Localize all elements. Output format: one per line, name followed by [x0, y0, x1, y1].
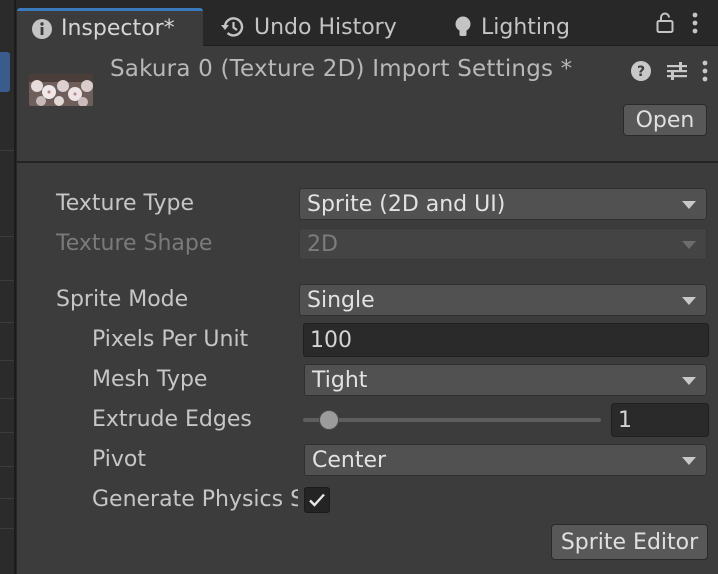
info-icon: [31, 18, 53, 40]
tab-bar: Inspector* Undo History Lighting: [17, 0, 718, 46]
texture-shape-value: 2D: [307, 231, 338, 257]
history-icon: [220, 15, 246, 39]
mesh-type-label: Mesh Type: [92, 367, 208, 392]
sprite-mode-value: Single: [307, 287, 375, 313]
mesh-type-value: Tight: [312, 367, 368, 393]
help-icon[interactable]: ?: [630, 60, 652, 88]
texture-type-label: Texture Type: [56, 191, 195, 216]
texture-shape-dropdown: 2D: [299, 228, 707, 260]
sprite-editor-button[interactable]: Sprite Editor: [551, 524, 708, 560]
tab-inspector[interactable]: Inspector*: [17, 8, 203, 46]
pivot-value: Center: [312, 447, 387, 473]
tab-menu-icon[interactable]: [692, 12, 698, 40]
header-menu-icon[interactable]: [702, 60, 708, 88]
sprite-mode-label: Sprite Mode: [56, 287, 189, 312]
lock-icon[interactable]: [656, 12, 674, 40]
presets-icon[interactable]: [666, 60, 688, 88]
lightbulb-icon: [453, 15, 473, 39]
chevron-down-icon: [682, 297, 696, 305]
pivot-dropdown[interactable]: Center: [304, 444, 707, 476]
tab-undo-history-label: Undo History: [254, 14, 397, 40]
chevron-down-icon: [682, 201, 696, 209]
checkmark-icon: [309, 493, 325, 507]
texture-type-dropdown[interactable]: Sprite (2D and UI): [299, 188, 707, 220]
open-button[interactable]: Open: [623, 104, 707, 136]
generate-physics-shape-label: Generate Physics Shape: [92, 487, 298, 512]
scene-view-edge: [0, 0, 16, 574]
extrude-edges-field[interactable]: 1: [611, 403, 709, 437]
extrude-edges-label: Extrude Edges: [92, 407, 252, 432]
extrude-edges-slider-track[interactable]: [303, 418, 601, 422]
mesh-type-dropdown[interactable]: Tight: [304, 364, 707, 396]
generate-physics-shape-checkbox[interactable]: [304, 487, 330, 513]
tab-lighting[interactable]: Lighting: [453, 8, 570, 46]
scene-tool-highlight: [0, 52, 10, 92]
texture-shape-label: Texture Shape: [56, 231, 213, 256]
chevron-down-icon: [682, 457, 696, 465]
inspector-panel: Sakura 0 (Texture 2D) Import Settings * …: [17, 46, 718, 574]
chevron-down-icon: [682, 377, 696, 385]
pixels-per-unit-field[interactable]: 100: [303, 323, 709, 357]
import-settings-title: Sakura 0 (Texture 2D) Import Settings *: [110, 56, 573, 82]
tab-undo-history[interactable]: Undo History: [220, 8, 397, 46]
texture-type-value: Sprite (2D and UI): [307, 191, 506, 217]
svg-text:?: ?: [637, 64, 645, 80]
tab-lighting-label: Lighting: [481, 14, 570, 40]
pixels-per-unit-label: Pixels Per Unit: [92, 327, 249, 352]
pivot-label: Pivot: [92, 447, 147, 472]
sprite-mode-dropdown[interactable]: Single: [299, 284, 707, 316]
texture-thumbnail: [29, 74, 93, 106]
extrude-edges-slider-handle[interactable]: [319, 410, 340, 430]
tab-inspector-label: Inspector*: [61, 16, 175, 41]
inspector-header: Sakura 0 (Texture 2D) Import Settings * …: [17, 46, 718, 163]
chevron-down-icon: [682, 241, 696, 249]
